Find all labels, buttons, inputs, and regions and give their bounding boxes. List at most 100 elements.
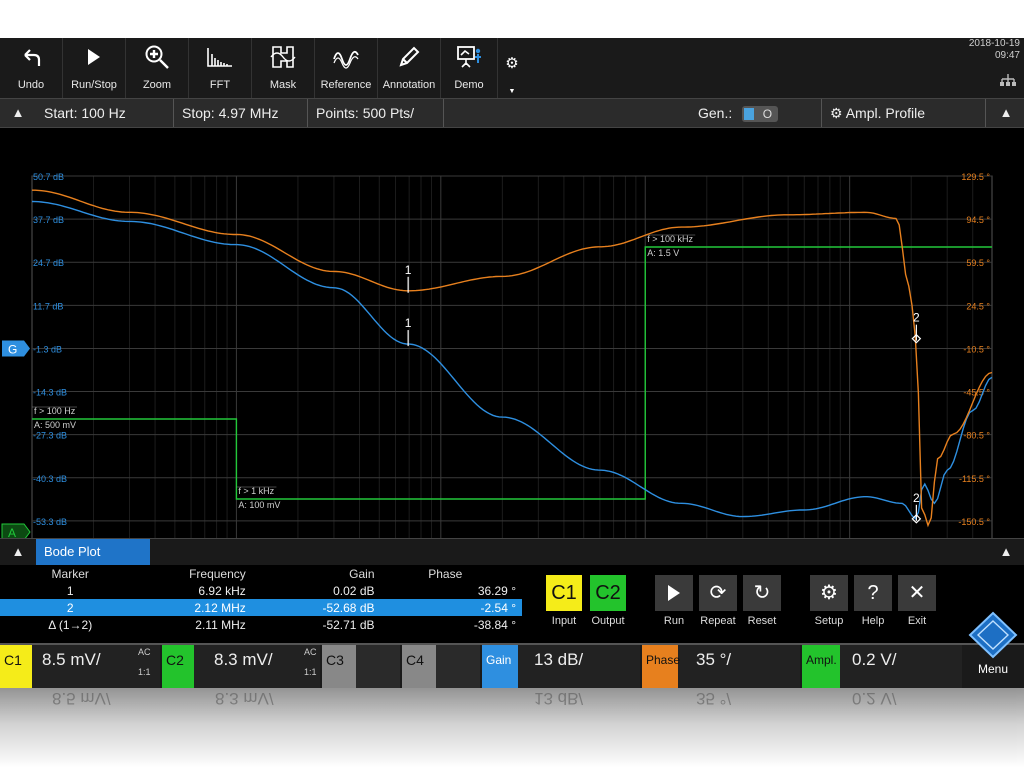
tab-bode-plot[interactable]: Bode Plot [36, 539, 150, 565]
annotation-label: Annotation [382, 79, 436, 91]
reset-icon: ↻ [753, 582, 771, 604]
ampl-annotation-amplitude: A: 100 mV [238, 500, 280, 510]
gain-scale[interactable]: Gain 13 dB/ [482, 645, 640, 688]
fft-button[interactable]: FFT [189, 38, 252, 98]
phase-axis-label: -80.5 ° [963, 431, 990, 441]
run-stop-button[interactable]: Run/Stop [63, 38, 126, 98]
bodebar-scroll-button[interactable]: ▲ [0, 538, 36, 566]
output-label: Output [591, 615, 625, 627]
screen-reflection: 8.5 mV/ 8.3 mV/ 13 dB/ 35 °/ 0.2 V/ [0, 688, 1024, 768]
ampl-annotation-frequency: f > 1 kHz [238, 486, 274, 496]
table-row[interactable]: Δ (1→2) 2.11 MHz -52.71 dB -38.84 ° [0, 616, 522, 633]
network-icon [1000, 74, 1016, 89]
phase-cell: -2.54 ° [374, 599, 522, 616]
stop-frequency[interactable]: Stop: 4.97 MHz [174, 99, 308, 127]
date: 2018-10-19 [968, 38, 1020, 49]
channel-c4[interactable]: C4 [402, 645, 480, 688]
bodebar-scroll-right-button[interactable]: ▲ [988, 538, 1024, 566]
ampl-scale-value: 0.2 V/ [852, 650, 897, 669]
updown-arrow-icon: ▲ [999, 105, 1013, 120]
phase-cell: 36.29 ° [477, 583, 516, 598]
gain-tag: Gain [482, 645, 518, 688]
marker-table: Marker Frequency Gain Phase 1 6.92 kHz 0… [0, 565, 522, 633]
table-row[interactable]: 2 2.12 MHz -52.68 dB -2.54 ° [0, 599, 522, 616]
freqbar-scroll-right-button[interactable]: ▲ [988, 99, 1024, 127]
play-icon [668, 585, 680, 601]
setup-button[interactable]: ⚙ [810, 575, 848, 611]
demo-button[interactable]: Demo [441, 38, 498, 98]
toolbar-settings-button[interactable]: ⚙ ▼ [500, 54, 524, 95]
gain-axis-label: -14.3 dB [33, 388, 67, 398]
points-setting[interactable]: Points: 500 Pts/ [308, 99, 444, 127]
gear-icon: ⚙ [505, 55, 519, 72]
rohde-schwarz-logo-icon [968, 611, 1018, 659]
fft-icon [207, 48, 232, 67]
annotation-button[interactable]: Annotation [378, 38, 441, 98]
points-label: Points: 500 Pts/ [316, 105, 415, 121]
bode-plot-area[interactable]: 1kHz10kHz100kHz1MHz50.7 dB129.5 °37.7 dB… [0, 127, 1024, 578]
ampl-reference-marker[interactable]: A [1, 523, 31, 541]
gain-reference-marker[interactable]: G [2, 340, 30, 357]
phase-scale[interactable]: Phase 35 °/ [642, 645, 800, 688]
channel-c1[interactable]: C1 8.5 mV/ AC 1:1 [0, 645, 160, 688]
gain-header: Gain [349, 566, 375, 581]
gain-axis-label: 24.7 dB [33, 258, 64, 268]
gain-axis-label: 11.7 dB [33, 301, 63, 311]
phase-axis-label: -115.5 ° [959, 474, 990, 484]
gain-axis-label: -27.3 dB [33, 431, 67, 441]
mask-button[interactable]: Mask [252, 38, 315, 98]
phase-axis-label: 94.5 ° [966, 215, 990, 225]
mask-icon [270, 46, 296, 68]
ampl-profile-button[interactable]: ⚙ Ampl. Profile [822, 99, 986, 127]
menu-label: Menu [977, 662, 1009, 676]
table-row[interactable]: 1 6.92 kHz 0.02 dB 36.29 ° [0, 582, 522, 599]
stop-frequency-label: Stop: 4.97 MHz [182, 105, 279, 121]
channel-c2-scale: 8.3 mV/ [214, 650, 273, 669]
phase-axis-label: 24.5 ° [966, 301, 990, 311]
run-stop-label: Run/Stop [71, 79, 117, 91]
ampl-annotation-amplitude: A: 500 mV [34, 420, 76, 430]
gain-axis-label: 50.7 dB [33, 172, 64, 182]
zoom-button[interactable]: Zoom [126, 38, 189, 98]
ampl-scale[interactable]: Ampl. 0.2 V/ [802, 645, 962, 688]
marker-number: 2 [913, 491, 920, 505]
phase-tag: Phase [642, 645, 680, 688]
channel-c4-tag: C4 [402, 645, 436, 688]
reflection-c2-scale: 8.3 mV/ [215, 689, 274, 708]
menu-button[interactable] [966, 611, 1020, 688]
channel-c2[interactable]: C2 8.3 mV/ AC 1:1 [162, 645, 320, 688]
generator-switch[interactable]: O [742, 106, 779, 123]
c1-input-button[interactable]: C1 [546, 575, 582, 611]
fft-label: FFT [209, 79, 231, 91]
start-frequency-label: Start: 100 Hz [44, 105, 126, 121]
toolbar: Undo Run/Stop Zoom FFT Mask Reference An… [0, 38, 1024, 98]
channel-c3[interactable]: C3 [322, 645, 400, 688]
reference-button[interactable]: Reference [315, 38, 378, 98]
generator-toggle[interactable]: Gen.: O [690, 99, 822, 127]
help-button[interactable]: ? [854, 575, 892, 611]
marker-panel: Marker Frequency Gain Phase 1 6.92 kHz 0… [0, 565, 1024, 643]
start-frequency[interactable]: Start: 100 Hz [36, 99, 174, 127]
phase-axis-label: 59.5 ° [966, 258, 990, 268]
gain-cell: 0.02 dB [333, 583, 375, 598]
generator-off-label: O [762, 107, 773, 122]
help-label: Help [861, 615, 885, 627]
datetime: 2018-10-19 09:47 [969, 38, 1020, 62]
exit-button[interactable]: ✕ [898, 575, 936, 611]
reset-button[interactable]: ↻ [743, 575, 781, 611]
ampl-profile-label: Ampl. Profile [845, 105, 926, 121]
gain-axis-label: 37.7 dB [33, 215, 64, 225]
phase-axis-label: -150.5 ° [958, 517, 990, 527]
repeat-button[interactable]: ⟳ [699, 575, 737, 611]
run-button[interactable] [655, 575, 693, 611]
time: 09:47 [994, 50, 1020, 61]
gain-axis-label: -1.3 dB [33, 344, 62, 354]
mask-label: Mask [269, 79, 297, 91]
channel-c1-coupling: AC 1:1 [138, 647, 151, 677]
c2-output-button[interactable]: C2 [590, 575, 626, 611]
reflection-c1-scale: 8.5 mV/ [52, 689, 111, 708]
marker-number: 2 [913, 311, 920, 325]
freqbar-scroll-button[interactable]: ▲ [0, 99, 36, 127]
marker-cell: Δ (1→2) [48, 617, 93, 632]
undo-button[interactable]: Undo [0, 38, 63, 98]
